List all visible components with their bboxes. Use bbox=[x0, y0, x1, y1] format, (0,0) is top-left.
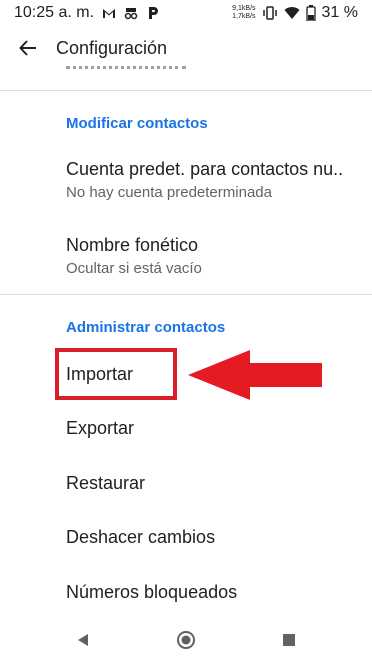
status-left: 10:25 a. m. bbox=[14, 4, 160, 22]
status-right: 9,1kB/s 1,7kB/s 31 % bbox=[232, 4, 358, 22]
triangle-back-icon bbox=[78, 634, 88, 646]
item-title: Cuenta predet. para contactos nu.. bbox=[66, 159, 344, 179]
list-item-blocked-numbers[interactable]: Números bloqueados bbox=[66, 582, 356, 603]
settings-screen: 10:25 a. m. 9,1kB/s 1,7kB/s 31 % Configu… bbox=[0, 0, 372, 661]
nav-back-button[interactable] bbox=[71, 628, 95, 652]
circle-home-icon bbox=[177, 631, 195, 649]
divider bbox=[0, 294, 372, 295]
gmail-icon bbox=[103, 9, 116, 18]
list-item-default-account[interactable]: Cuenta predet. para contactos nu.. No ha… bbox=[66, 159, 356, 201]
list-item-undo-changes[interactable]: Deshacer cambios bbox=[66, 527, 356, 548]
notification-icon bbox=[124, 8, 138, 20]
item-title: Números bloqueados bbox=[66, 582, 238, 602]
item-title: Restaurar bbox=[66, 473, 146, 493]
item-subtitle: Ocultar si está vacío bbox=[66, 260, 202, 277]
parking-icon bbox=[149, 7, 159, 19]
divider bbox=[0, 90, 372, 91]
nav-recents-button[interactable] bbox=[277, 628, 301, 652]
wifi-icon bbox=[284, 7, 300, 20]
item-subtitle: No hay cuenta predeterminada bbox=[66, 184, 272, 201]
red-arrow-icon bbox=[188, 350, 322, 400]
status-time: 10:25 a. m. bbox=[14, 4, 95, 21]
net-speed-up: 1,7kB/s bbox=[232, 13, 256, 20]
item-title: Exportar bbox=[66, 418, 135, 438]
back-button[interactable] bbox=[0, 26, 56, 70]
battery-percent: 31 % bbox=[321, 4, 358, 21]
nav-home-button[interactable] bbox=[174, 628, 198, 652]
highlight-box bbox=[55, 348, 177, 400]
item-title: Nombre fonético bbox=[66, 235, 199, 255]
status-bar: 10:25 a. m. 9,1kB/s 1,7kB/s 31 % bbox=[0, 0, 372, 26]
net-speed-down: 9,1kB/s bbox=[232, 5, 256, 12]
arrow-left-icon bbox=[19, 40, 36, 56]
battery-icon bbox=[305, 5, 316, 21]
section-header-manage: Administrar contactos bbox=[66, 319, 226, 336]
section-header-modify: Modificar contactos bbox=[66, 115, 208, 132]
list-item-phonetic-name[interactable]: Nombre fonético Ocultar si está vacío bbox=[66, 235, 356, 277]
square-recents-icon bbox=[283, 634, 295, 646]
page-title: Configuración bbox=[56, 37, 168, 58]
net-speed: 9,1kB/s 1,7kB/s bbox=[232, 5, 255, 21]
list-item-export[interactable]: Exportar bbox=[66, 418, 356, 439]
vibrate-icon bbox=[262, 6, 277, 20]
list-item-restore[interactable]: Restaurar bbox=[66, 473, 356, 494]
cutoff-previous-item bbox=[66, 62, 206, 72]
item-title: Deshacer cambios bbox=[66, 527, 216, 547]
nav-bar bbox=[0, 618, 372, 661]
